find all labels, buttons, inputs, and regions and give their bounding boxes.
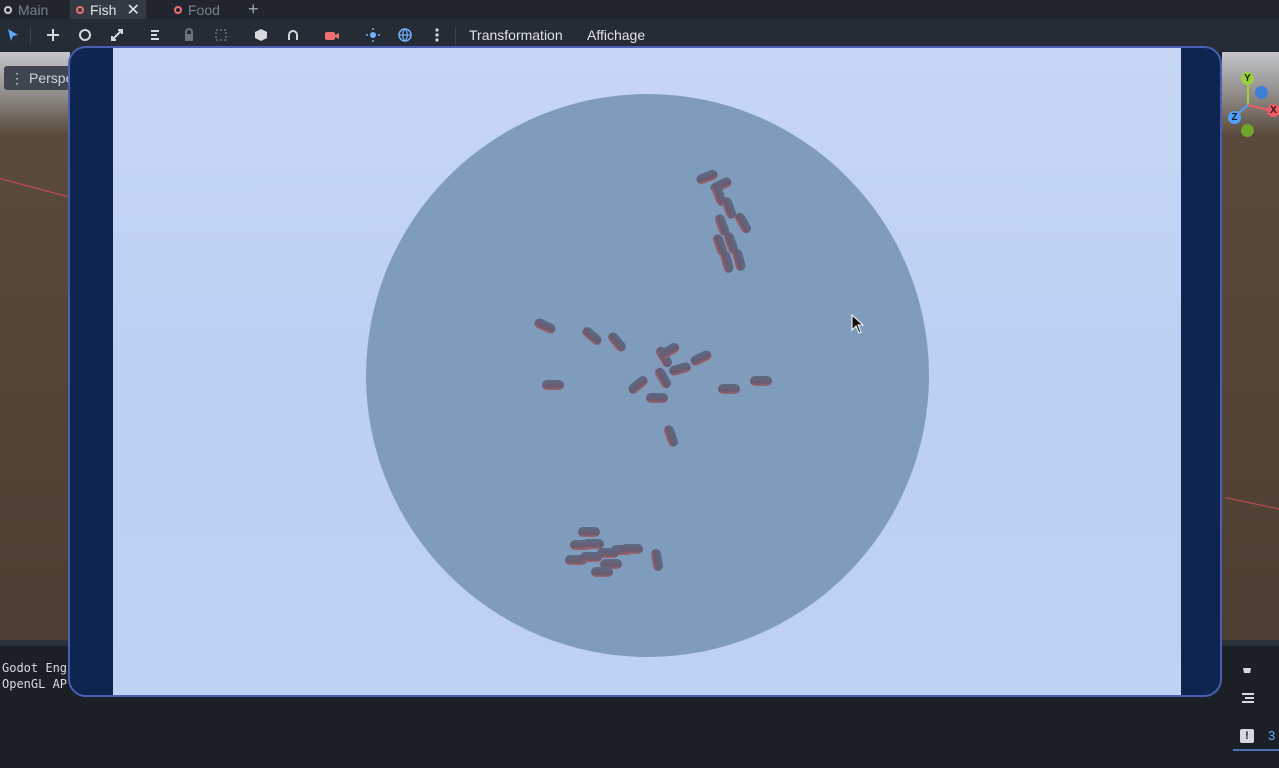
rotate-tool-icon[interactable]	[75, 25, 95, 45]
tab-fish-label: Fish	[90, 1, 117, 18]
toolbar-separator	[455, 27, 456, 44]
fish-bowl-sphere	[366, 94, 929, 657]
environment-globe-icon[interactable]	[395, 25, 415, 45]
tab-food[interactable]: Food	[174, 0, 220, 19]
mesh-icon[interactable]	[251, 25, 271, 45]
console-line: Godot Eng	[2, 661, 68, 675]
console-line: OpenGL AP	[2, 677, 68, 691]
scale-tool-icon[interactable]	[107, 25, 127, 45]
lock-icon[interactable]	[179, 25, 199, 45]
scene-icon	[4, 5, 12, 14]
perspective-menu[interactable]: ⋮ Perspe	[4, 66, 74, 90]
axis-gizmo[interactable]: Y X Z	[1222, 68, 1279, 138]
affichage-menu[interactable]: Affichage	[587, 27, 645, 43]
fish-mesh	[591, 567, 613, 577]
tab-main[interactable]: Main	[4, 0, 48, 19]
filter-list-icon[interactable]	[1241, 691, 1255, 707]
neg-z-axis-icon[interactable]	[1255, 86, 1268, 99]
neg-y-axis-icon[interactable]	[1241, 124, 1254, 137]
fish-mesh	[580, 552, 602, 562]
errors-filter-button[interactable]: ! 3	[1233, 725, 1279, 751]
output-console: Godot Eng OpenGL AP	[2, 660, 67, 692]
error-icon: !	[1240, 729, 1254, 743]
perspective-label: Perspe	[29, 70, 74, 86]
scene-icon	[76, 5, 84, 14]
fish-mesh	[621, 544, 643, 554]
editor-viewport-left	[0, 52, 70, 640]
fish-mesh	[578, 527, 600, 537]
editor-viewport-right	[1222, 52, 1279, 640]
transformation-menu[interactable]: Transformation	[469, 27, 563, 43]
fish-mesh	[542, 380, 564, 390]
list-select-icon[interactable]	[146, 25, 166, 45]
snap-icon[interactable]	[283, 25, 303, 45]
fish-mesh	[718, 384, 740, 394]
y-axis-icon[interactable]: Y	[1241, 72, 1254, 85]
x-axis-icon[interactable]: X	[1267, 104, 1279, 117]
toolbar-separator	[30, 27, 31, 44]
group-icon[interactable]	[211, 25, 231, 45]
add-tab-button[interactable]: +	[248, 0, 259, 19]
tab-food-label: Food	[188, 1, 220, 18]
error-count: 3	[1268, 728, 1276, 743]
scene-tab-bar: Main Fish ✕ Food +	[0, 0, 1279, 19]
tab-fish[interactable]: Fish ✕	[70, 0, 146, 19]
menu-dots-icon: ⋮	[10, 69, 24, 86]
tab-main-label: Main	[18, 1, 49, 18]
fish-mesh	[646, 393, 668, 403]
clear-output-icon[interactable]	[1241, 660, 1253, 677]
close-icon[interactable]: ✕	[126, 0, 139, 20]
scene-icon	[174, 5, 182, 14]
z-axis-icon[interactable]: Z	[1228, 111, 1241, 124]
fish-mesh	[750, 376, 772, 386]
move-tool-icon[interactable]	[43, 25, 63, 45]
more-options-icon[interactable]	[427, 25, 447, 45]
sun-icon[interactable]	[363, 25, 383, 45]
game-window[interactable]	[68, 46, 1222, 697]
camera-preview-icon[interactable]	[322, 25, 342, 45]
select-tool-icon[interactable]	[3, 25, 23, 45]
